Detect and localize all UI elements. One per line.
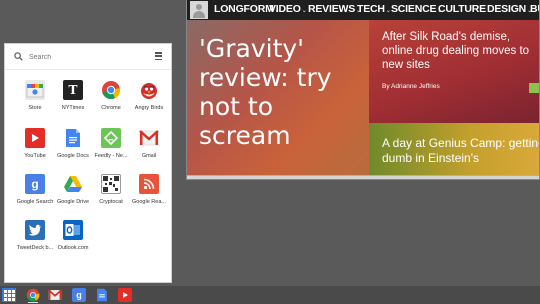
- window-bottom-edge: [187, 175, 539, 179]
- app-google-drive[interactable]: Google Drive: [53, 174, 93, 218]
- story-card[interactable]: A day at Genius Camp: getting dumb in Ei…: [369, 123, 539, 175]
- youtube-icon: [25, 128, 45, 148]
- tweetdeck-icon: [25, 220, 45, 240]
- chrome-icon[interactable]: [26, 288, 40, 302]
- story-title[interactable]: A day at Genius Camp: getting dumb in Ei…: [382, 136, 539, 166]
- app-outlook[interactable]: Outlook.com: [53, 220, 93, 264]
- nav-science[interactable]: SCIENCE⌄: [391, 3, 442, 15]
- nav-reviews[interactable]: REVIEWS⌄: [308, 3, 361, 15]
- app-store[interactable]: Store: [15, 80, 55, 124]
- app-google-docs[interactable]: Google Docs: [53, 128, 93, 172]
- google-reader-icon: [139, 174, 159, 194]
- app-google-reader[interactable]: Google Rea...: [129, 174, 169, 218]
- app-feedly[interactable]: Feedly - Ne...: [91, 128, 131, 172]
- google-docs-icon[interactable]: [96, 288, 110, 302]
- feature-story[interactable]: 'Gravity' review: try not to scream: [187, 20, 369, 175]
- app-tweetdeck[interactable]: TweetDeck b...: [15, 220, 55, 264]
- cryptocat-icon: [101, 174, 121, 194]
- app-launcher-button[interactable]: [2, 288, 16, 302]
- app-angry-birds[interactable]: Angry Birds: [129, 80, 169, 124]
- app-label: Angry Birds: [134, 105, 164, 111]
- app-nytimes[interactable]: T NYTimes: [53, 80, 93, 124]
- story-title[interactable]: After Silk Road's demise, online drug de…: [382, 30, 539, 72]
- menu-icon[interactable]: [155, 52, 162, 61]
- feature-title[interactable]: 'Gravity' review: try not to scream: [199, 34, 361, 150]
- app-youtube[interactable]: YouTube: [15, 128, 55, 172]
- outlook-icon: [63, 220, 83, 240]
- app-chrome[interactable]: Chrome: [91, 80, 131, 124]
- app-cryptocat[interactable]: Cryptocat: [91, 174, 131, 218]
- site-navbar: LONGFORM⌄ VIDEO⌄ REVIEWS⌄ TECH⌄ SCIENCE⌄…: [187, 0, 539, 20]
- nav-video[interactable]: VIDEO⌄: [269, 3, 307, 15]
- app-label: Google Rea...: [132, 199, 166, 205]
- app-google-search[interactable]: g Google Search: [15, 174, 55, 218]
- story-byline: By Adrianne Jeffries: [382, 83, 440, 90]
- comment-badge[interactable]: [529, 83, 539, 93]
- nav-culture[interactable]: CULTURE⌄: [438, 3, 492, 15]
- store-icon: [25, 80, 45, 100]
- story-card[interactable]: After Silk Road's demise, online drug de…: [369, 20, 539, 123]
- search-input[interactable]: [29, 49, 139, 65]
- nav-business[interactable]: BU: [530, 3, 539, 15]
- launcher-search-bar: [5, 44, 171, 70]
- chevron-down-icon: ⌄: [301, 8, 307, 14]
- app-label: Gmail: [141, 153, 157, 159]
- google-search-icon[interactable]: g: [72, 288, 86, 302]
- app-launcher: Store T NYTimes Chrome Angry Birds YouTu…: [4, 43, 172, 283]
- angry-birds-icon: [139, 80, 159, 100]
- google-drive-icon: [63, 174, 83, 194]
- youtube-icon[interactable]: [118, 288, 132, 302]
- chrome-icon: [101, 80, 121, 100]
- nav-tech[interactable]: TECH⌄: [357, 3, 391, 15]
- google-search-icon: g: [25, 174, 45, 194]
- feedly-icon: [101, 128, 121, 148]
- app-label: Outlook.com: [57, 245, 89, 251]
- user-avatar-icon[interactable]: [190, 1, 208, 19]
- chevron-down-icon: ⌄: [385, 8, 391, 14]
- app-gmail[interactable]: Gmail: [129, 128, 169, 172]
- shelf: g: [0, 286, 540, 304]
- gmail-icon[interactable]: [48, 288, 62, 302]
- running-indicator: [28, 302, 38, 303]
- nav-design[interactable]: DESIGN⌄: [487, 3, 532, 15]
- search-icon: [14, 52, 23, 61]
- gmail-icon: [139, 128, 159, 148]
- browser-window: LONGFORM⌄ VIDEO⌄ REVIEWS⌄ TECH⌄ SCIENCE⌄…: [186, 0, 540, 180]
- google-docs-icon: [63, 128, 83, 148]
- nytimes-icon: T: [63, 80, 83, 100]
